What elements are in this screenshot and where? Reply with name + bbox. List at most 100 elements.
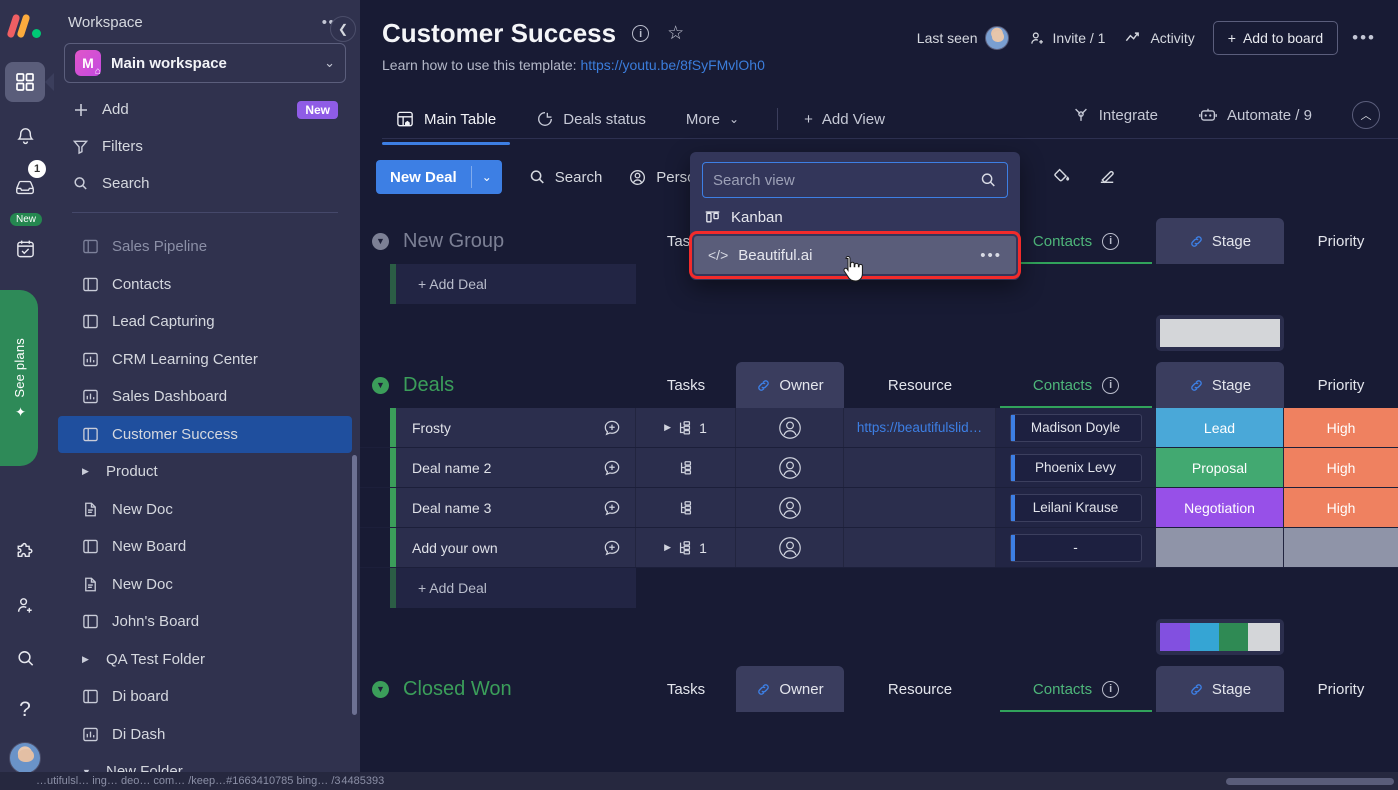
table-row[interactable]: Deal name 3 Leilani Krause Negotiation High (360, 488, 1398, 528)
column-header-owner[interactable]: Owner (736, 362, 844, 408)
cell-contacts[interactable]: Phoenix Levy (996, 448, 1156, 487)
view-option-menu-button[interactable]: ••• (980, 247, 1002, 264)
column-header-stage[interactable]: Stage (1156, 666, 1284, 712)
cell-resource[interactable] (844, 488, 996, 527)
new-deal-button[interactable]: New Deal ⌄ (376, 160, 502, 194)
table-row[interactable]: Add your own ▶ 1 - (360, 528, 1398, 568)
search-view-input[interactable] (713, 171, 979, 189)
column-header-stage[interactable]: Stage (1156, 218, 1284, 264)
cell-priority[interactable]: High (1284, 488, 1398, 527)
last-seen[interactable]: Last seen (907, 20, 1019, 56)
cell-stage[interactable]: Negotiation (1156, 488, 1284, 527)
column-header-resource[interactable]: Resource (844, 362, 996, 408)
cell-resource[interactable] (844, 448, 996, 487)
add-update-bubble-icon[interactable] (603, 419, 621, 437)
paint-bucket-icon[interactable] (1052, 167, 1073, 188)
workspace-selector[interactable]: M ⌂ Main workspace ⌄ (64, 43, 346, 83)
stage-distribution-bar[interactable] (1156, 619, 1284, 655)
sidebar-item-qa-test-folder[interactable]: ▶ QA Test Folder (58, 641, 352, 679)
cell-contacts[interactable]: Leilani Krause (996, 488, 1156, 527)
rail-item-apps-grid[interactable] (5, 62, 54, 102)
cell-stage[interactable] (1156, 528, 1284, 567)
cell-tasks[interactable] (636, 448, 736, 487)
board-more-options-button[interactable]: ••• (1348, 24, 1380, 52)
automate-button[interactable]: Automate / 9 (1184, 101, 1326, 130)
sidebar-item-john-s-board[interactable]: John's Board (58, 603, 352, 641)
contact-chip[interactable]: - (1009, 533, 1142, 562)
collapse-sidebar-button[interactable]: ❮ (330, 16, 356, 42)
contact-chip[interactable]: Madison Doyle (1009, 413, 1142, 442)
group-title[interactable]: Closed Won (403, 678, 512, 701)
sidebar-item-new-board[interactable]: New Board (58, 528, 352, 566)
user-avatar[interactable] (9, 742, 41, 774)
cell-contacts[interactable]: - (996, 528, 1156, 567)
template-video-link[interactable]: https://youtu.be/8fSyFMvlOh0 (580, 57, 764, 73)
cell-contacts[interactable]: Madison Doyle (996, 408, 1156, 447)
column-header-priority[interactable]: Priority (1284, 218, 1398, 264)
view-option-kanban[interactable]: Kanban (690, 198, 1020, 236)
expand-subitems-caret-icon[interactable]: ▶ (664, 542, 671, 553)
column-header-resource[interactable]: Resource (844, 666, 996, 712)
column-header-stage[interactable]: Stage (1156, 362, 1284, 408)
rail-item-marketplace[interactable] (5, 532, 45, 572)
tab-main-table[interactable]: Main Table (382, 104, 511, 145)
cell-priority[interactable]: High (1284, 408, 1398, 447)
horizontal-scrollbar[interactable] (1226, 777, 1394, 785)
add-deal-row[interactable]: + Add Deal (360, 568, 1398, 608)
rail-item-search[interactable] (5, 638, 45, 678)
contacts-info-icon[interactable]: i (1102, 680, 1120, 698)
chevron-down-icon[interactable]: ⌄ (472, 160, 502, 194)
column-header-contacts[interactable]: Contacts i (996, 362, 1156, 408)
rail-item-my-work[interactable] (5, 228, 45, 268)
rail-item-invite-member[interactable] (5, 585, 45, 625)
activity-button[interactable]: Activity (1115, 24, 1204, 52)
column-header-priority[interactable]: Priority (1284, 666, 1398, 712)
add-update-bubble-icon[interactable] (603, 459, 621, 477)
cell-stage[interactable]: Lead (1156, 408, 1284, 447)
contact-chip[interactable]: Phoenix Levy (1009, 453, 1142, 482)
add-update-bubble-icon[interactable] (603, 539, 621, 557)
cell-owner[interactable] (736, 528, 844, 567)
board-search-button[interactable]: Search (528, 168, 602, 186)
add-deal-button[interactable]: + Add Deal (396, 568, 636, 608)
add-deal-button[interactable]: + Add Deal (396, 264, 636, 304)
cell-resource[interactable] (844, 528, 996, 567)
sidebar-item-crm-learning-center[interactable]: CRM Learning Center (58, 341, 352, 379)
sidebar-item-sales-dashboard[interactable]: Sales Dashboard (58, 378, 352, 416)
caret-right-icon[interactable]: ▶ (82, 654, 96, 665)
contacts-info-icon[interactable]: i (1102, 232, 1120, 250)
sidebar-item-customer-success[interactable]: Customer Success (58, 415, 352, 453)
cell-priority[interactable] (1284, 528, 1398, 567)
group-title[interactable]: New Group (403, 230, 504, 253)
collapse-header-button[interactable]: ︿ (1352, 101, 1380, 129)
sidebar-action-filters[interactable]: Filters (58, 128, 352, 165)
group-collapse-caret-icon[interactable]: ▼ (372, 376, 389, 394)
add-update-bubble-icon[interactable] (603, 499, 621, 517)
group-title[interactable]: Deals (403, 374, 454, 397)
table-row[interactable]: Frosty ▶ 1 https://beautifulslid… Madison Do… (360, 408, 1398, 448)
rail-item-help[interactable]: ? (5, 690, 45, 730)
sidebar-item-sales-pipeline[interactable]: Sales Pipeline (58, 228, 352, 266)
cell-tasks[interactable]: ▶ 1 (636, 528, 736, 567)
column-header-contacts[interactable]: Contacts i (996, 218, 1156, 264)
cell-owner[interactable] (736, 448, 844, 487)
sidebar-item-di-dash[interactable]: Di Dash (58, 716, 352, 754)
table-row[interactable]: Deal name 2 Phoenix Levy Proposal High (360, 448, 1398, 488)
column-header-contacts[interactable]: Contacts i (996, 666, 1156, 712)
cell-deal-name[interactable]: Deal name 2 (396, 448, 636, 487)
sidebar-item-contacts[interactable]: Contacts (58, 266, 352, 304)
sidebar-item-new-doc[interactable]: New Doc (58, 566, 352, 604)
contacts-info-icon[interactable]: i (1102, 376, 1120, 394)
sidebar-scrollbar[interactable] (352, 455, 357, 715)
expand-subitems-caret-icon[interactable]: ▶ (664, 422, 671, 433)
sidebar-item-product[interactable]: ▶ Product (58, 453, 352, 491)
add-view-button[interactable]: + Add View (790, 105, 899, 134)
favorite-star-icon[interactable]: ☆ (667, 22, 684, 45)
group-collapse-caret-icon[interactable]: ▼ (372, 232, 389, 250)
cell-deal-name[interactable]: Add your own (396, 528, 636, 567)
see-plans-button[interactable]: See plans ✦ (0, 290, 38, 466)
column-header-owner[interactable]: Owner (736, 666, 844, 712)
sidebar-action-add[interactable]: Add New (58, 91, 352, 128)
group-collapse-caret-icon[interactable]: ▼ (372, 680, 389, 698)
view-search-field[interactable] (702, 162, 1008, 198)
